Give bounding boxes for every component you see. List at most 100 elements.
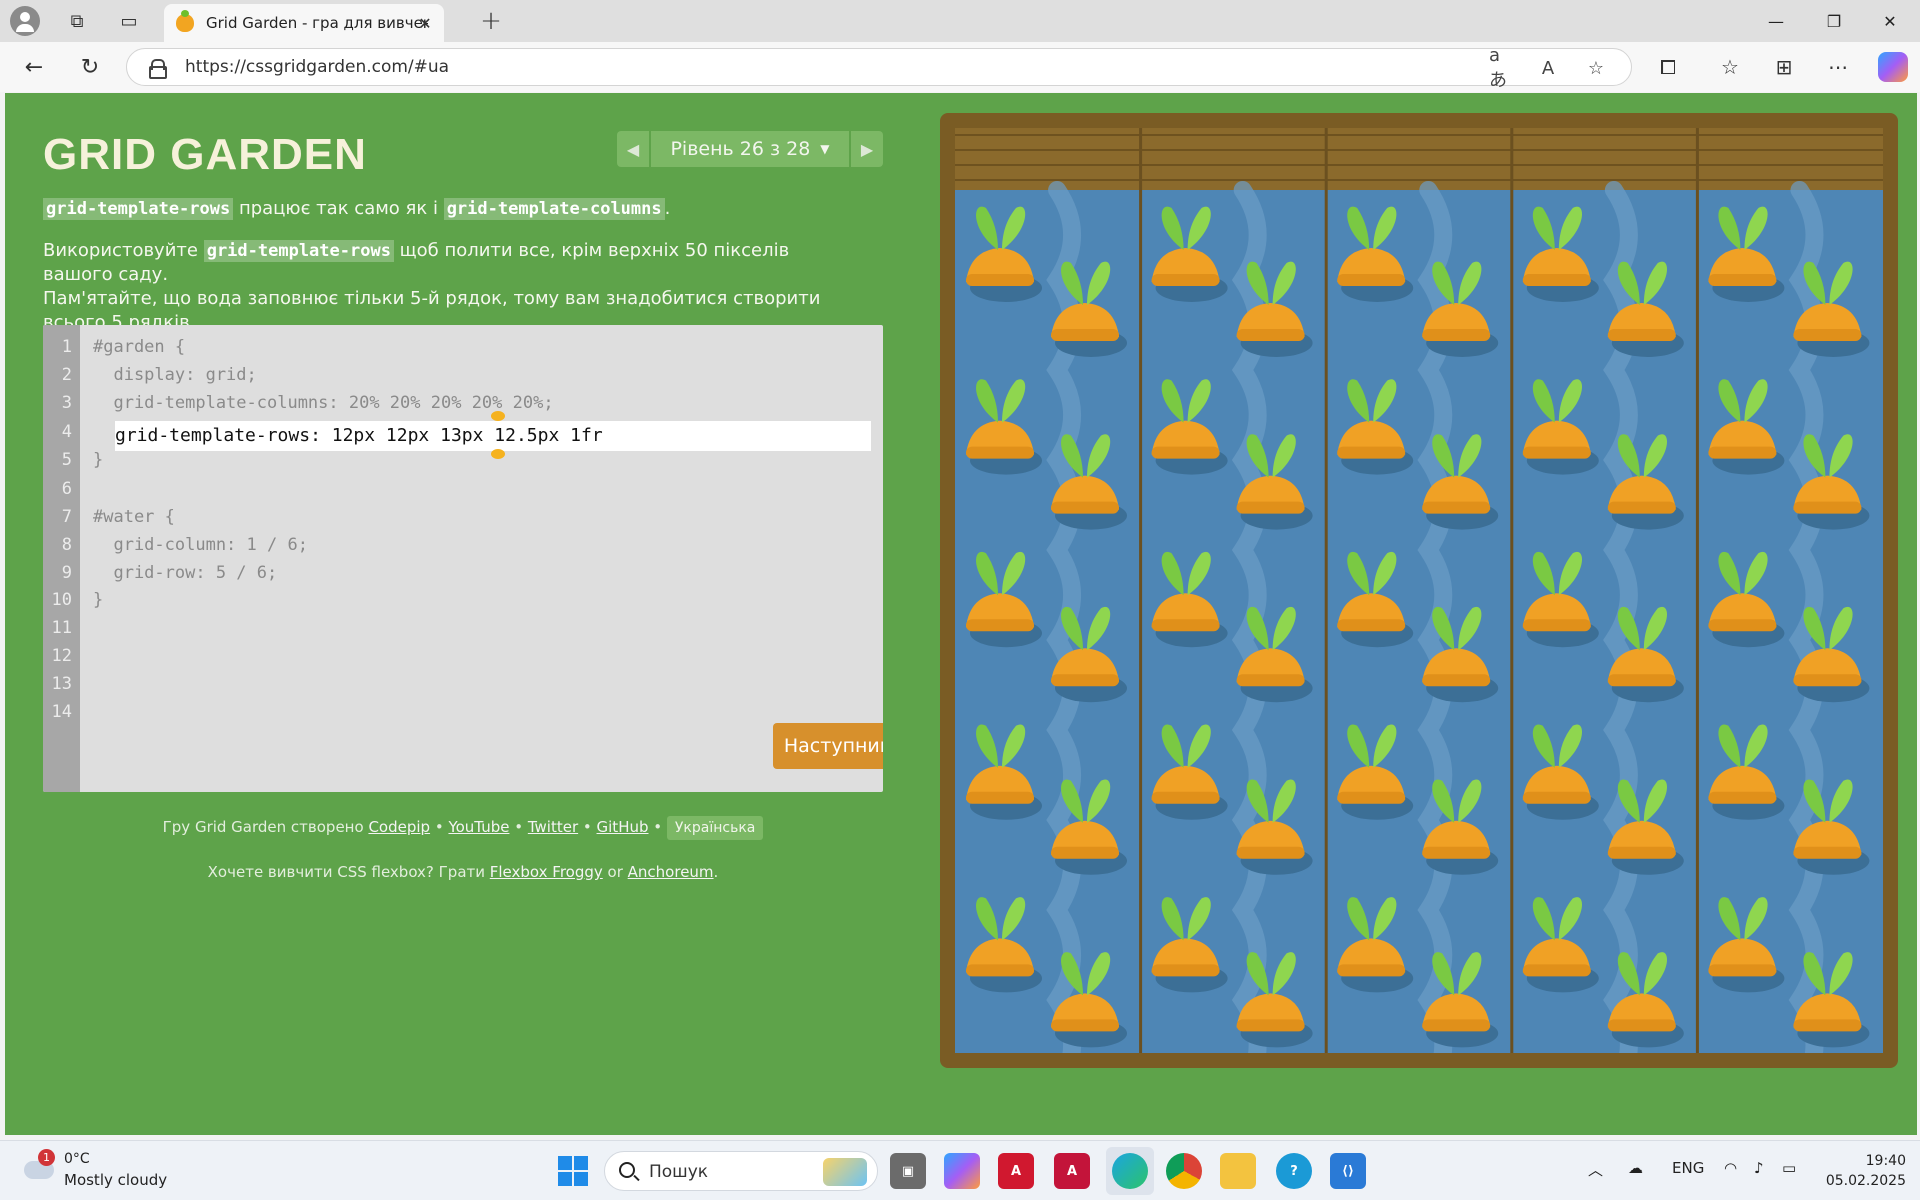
new-tab-button[interactable]: +: [476, 6, 506, 36]
next-button[interactable]: Наступний: [773, 723, 883, 769]
translate-icon[interactable]: aあ: [1489, 45, 1515, 91]
url-text[interactable]: https://cssgridgarden.com/#ua: [185, 57, 449, 77]
carrot-base: [1151, 964, 1220, 977]
battery-icon[interactable]: ▭: [1782, 1159, 1796, 1177]
instruction-paragraph-2: Використовуйте grid-template-rows щоб по…: [43, 239, 863, 335]
carrot-base: [1422, 329, 1491, 341]
carrot-base: [1422, 501, 1491, 514]
autocad-electrical-icon[interactable]: A: [1054, 1153, 1090, 1189]
other-games-text: .: [713, 863, 719, 881]
separator: •: [509, 818, 528, 836]
chrome-icon[interactable]: [1166, 1153, 1202, 1189]
next-level-button[interactable]: ▶: [851, 131, 883, 167]
vscode-icon[interactable]: ⟨⟩: [1330, 1153, 1366, 1189]
carrot-base: [1793, 674, 1862, 687]
soil-line: [955, 149, 1883, 151]
carrot-base: [1051, 329, 1119, 341]
weather-badge: 1: [38, 1149, 55, 1166]
close-tab-icon[interactable]: ✕: [414, 12, 436, 34]
file-explorer-icon[interactable]: [1220, 1153, 1256, 1189]
back-arrow-icon[interactable]: ←: [18, 52, 50, 82]
copilot-app-icon[interactable]: [944, 1153, 980, 1189]
search-icon: [619, 1162, 635, 1178]
code-line: grid-column: 1 / 6;: [93, 535, 308, 555]
copilot-icon[interactable]: [1878, 52, 1908, 82]
code-line: display: grid;: [93, 365, 257, 385]
language-button[interactable]: Українська: [666, 816, 764, 840]
taskbar-search[interactable]: Пошук: [604, 1151, 878, 1191]
carrot-base: [1422, 674, 1491, 687]
carrot-base: [1236, 846, 1305, 859]
twitter-link[interactable]: Twitter: [528, 818, 578, 836]
weather-temperature[interactable]: 0°C: [64, 1151, 90, 1167]
carrot-base: [1607, 1019, 1676, 1032]
carrot-base: [1522, 791, 1591, 804]
text-cursor-handle-icon[interactable]: [491, 449, 505, 459]
close-window-icon[interactable]: ✕: [1862, 0, 1918, 42]
system-clock[interactable]: 19:40 05.02.2025: [1820, 1151, 1906, 1191]
instruction-text: Використовуйте: [43, 240, 204, 261]
carrot-base: [1708, 274, 1777, 286]
previous-level-button[interactable]: ◀: [617, 131, 649, 167]
collections-icon[interactable]: ⊞: [1768, 52, 1800, 82]
carrot-base: [1151, 619, 1220, 632]
line-number: 9: [61, 563, 72, 583]
windows-start-icon[interactable]: [558, 1156, 588, 1186]
garden-canvas: [954, 128, 1884, 1068]
carrot-base: [1337, 619, 1406, 632]
active-tab[interactable]: Grid Garden - гра для вивчення CSS grid …: [164, 4, 444, 42]
language-indicator[interactable]: ENG: [1672, 1159, 1704, 1177]
code-line: }: [93, 590, 104, 610]
more-menu-icon[interactable]: ⋯: [1822, 52, 1854, 82]
codepip-link[interactable]: Codepip: [368, 818, 430, 836]
youtube-link[interactable]: YouTube: [448, 818, 509, 836]
page-logo: GRID GARDEN: [43, 130, 367, 179]
refresh-icon[interactable]: ↻: [74, 52, 106, 82]
workspaces-icon[interactable]: ⧉: [62, 6, 92, 36]
github-link[interactable]: GitHub: [597, 818, 649, 836]
address-bar[interactable]: https://cssgridgarden.com/#ua aあ A ☆: [126, 45, 1632, 91]
soil-line: [955, 134, 1883, 136]
level-label: Рівень 26 з 28: [670, 138, 811, 160]
garden-board: [940, 113, 1898, 1068]
tab-actions-icon[interactable]: ▭: [114, 6, 144, 36]
browser-toolbar: ← ↻ https://cssgridgarden.com/#ua aあ A ☆…: [0, 42, 1920, 92]
restore-window-icon[interactable]: ❐: [1806, 0, 1862, 42]
read-aloud-icon[interactable]: A: [1535, 55, 1561, 81]
separator: •: [578, 818, 597, 836]
weather-description[interactable]: Mostly cloudy: [64, 1171, 167, 1189]
text-cursor-handle-icon[interactable]: [491, 411, 505, 421]
edge-browser-icon[interactable]: [1112, 1153, 1148, 1189]
line-number: 11: [51, 618, 72, 638]
wifi-icon[interactable]: ◠: [1724, 1159, 1737, 1177]
autocad-icon[interactable]: A: [998, 1153, 1034, 1189]
other-games-line: Хочете вивчити CSS flexbox? Грати Flexbo…: [43, 863, 883, 881]
anchoreum-link[interactable]: Anchoreum: [628, 863, 714, 881]
other-games-text: Хочете вивчити CSS flexbox? Грати: [207, 863, 490, 881]
carrot-base: [1793, 501, 1862, 514]
onedrive-cloud-icon[interactable]: ☁: [1628, 1159, 1643, 1177]
css-answer-input[interactable]: grid-template-rows: 12px 12px 13px 12.5p…: [115, 421, 871, 451]
code-term: grid-template-rows: [43, 198, 234, 220]
flexbox-froggy-link[interactable]: Flexbox Froggy: [490, 863, 603, 881]
level-selector[interactable]: Рівень 26 з 28 ▼: [651, 131, 849, 167]
carrot-base: [1708, 964, 1777, 977]
carrot-base: [1151, 791, 1220, 804]
favorite-star-icon[interactable]: ☆: [1583, 55, 1609, 81]
lock-icon[interactable]: [149, 59, 167, 79]
task-view-icon[interactable]: ▣: [890, 1153, 926, 1189]
carrot-base: [1151, 446, 1220, 459]
carrot-base: [1607, 846, 1676, 859]
help-app-icon[interactable]: ?: [1276, 1153, 1312, 1189]
volume-icon[interactable]: ♪: [1754, 1159, 1764, 1177]
carrot-base: [966, 619, 1034, 632]
carrot-base: [1607, 501, 1676, 514]
favorites-icon[interactable]: ☆: [1714, 52, 1746, 82]
carrot-base: [1236, 329, 1305, 341]
minimize-window-icon[interactable]: —: [1748, 0, 1804, 42]
profile-icon[interactable]: [10, 6, 40, 36]
extensions-icon[interactable]: ⧠: [1652, 52, 1684, 82]
grid-divider: [1695, 128, 1699, 1053]
chevron-up-icon[interactable]: ︿: [1588, 1159, 1603, 1180]
line-number: 1: [61, 337, 72, 357]
